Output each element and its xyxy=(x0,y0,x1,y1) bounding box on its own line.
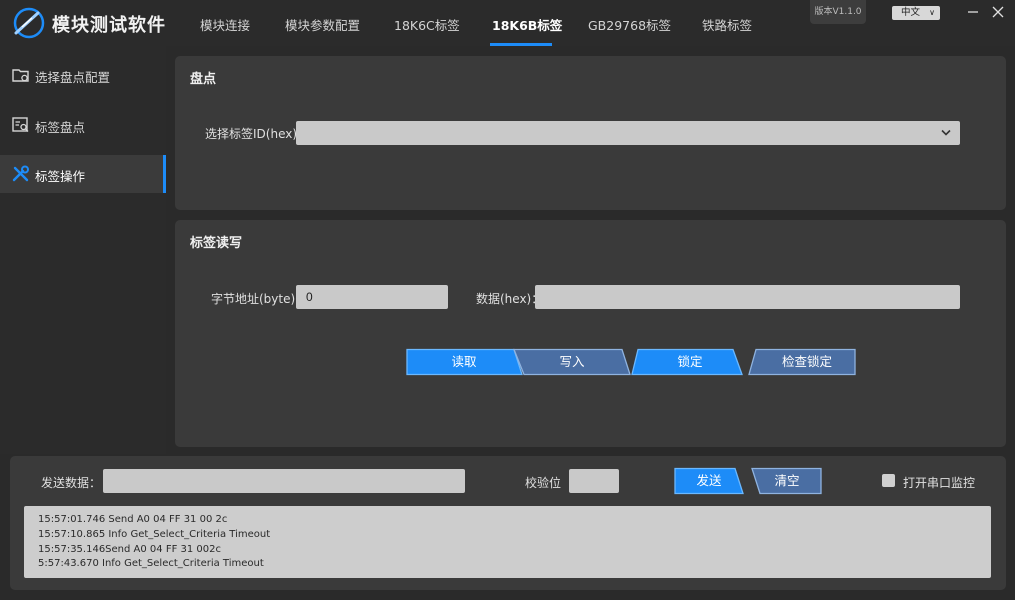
log-output[interactable]: 15:57:01.746 Send A0 04 FF 31 00 2c 15:5… xyxy=(24,506,991,578)
panel-title: 标签读写 xyxy=(190,236,243,251)
byte-address-input[interactable] xyxy=(296,285,448,309)
app-title: 模块测试软件 xyxy=(52,15,166,36)
read-button[interactable]: 读取 xyxy=(404,348,524,376)
close-button[interactable] xyxy=(987,2,1009,22)
send-data-input[interactable] xyxy=(103,469,465,493)
send-button[interactable]: 发送 xyxy=(673,467,745,495)
language-value: 中文 xyxy=(901,7,921,18)
app-logo-icon xyxy=(13,7,45,39)
version-badge: 版本V1.1.0 xyxy=(810,0,866,24)
check-lock-button[interactable]: 检查锁定 xyxy=(747,348,867,376)
panel-title: 盘点 xyxy=(190,72,217,87)
check-lock-button-label: 检查锁定 xyxy=(781,354,832,369)
sidebar-item-label: 标签盘点 xyxy=(35,120,86,135)
active-item-indicator xyxy=(163,155,166,193)
checksum-input[interactable] xyxy=(569,469,619,493)
log-line: 15:57:35.146Send A0 04 FF 31 002c xyxy=(38,543,221,555)
active-tab-indicator xyxy=(490,43,552,46)
sidebar: 选择盘点配置 标签盘点 标签操作 xyxy=(0,46,166,454)
log-line: 15:57:10.865 Info Get_Select_Criteria Ti… xyxy=(38,528,271,540)
serial-monitor-checkbox[interactable] xyxy=(882,474,895,487)
tab-module-connect[interactable]: 模块连接 xyxy=(200,15,250,34)
tab-railway[interactable]: 铁路标签 xyxy=(702,15,752,34)
clear-button[interactable]: 清空 xyxy=(750,467,824,495)
close-icon xyxy=(992,6,1004,18)
send-data-label: 发送数据： xyxy=(41,476,102,490)
folder-gear-icon xyxy=(12,69,29,82)
lock-button[interactable]: 锁定 xyxy=(630,348,750,376)
tag-id-select[interactable] xyxy=(296,121,960,145)
tab-18k6b[interactable]: 18K6B标签 xyxy=(492,15,562,34)
tag-id-label: 选择标签ID(hex)： xyxy=(205,127,310,141)
serial-monitor-label: 打开串口监控 xyxy=(903,476,976,490)
minimize-button[interactable] xyxy=(962,2,984,22)
write-button-label: 写入 xyxy=(559,354,585,369)
chevron-down-icon xyxy=(941,129,951,136)
data-hex-label: 数据(hex)： xyxy=(476,292,544,306)
sidebar-item-tag-operation[interactable]: 标签操作 xyxy=(0,155,166,193)
lock-button-label: 锁定 xyxy=(677,354,703,369)
send-button-label: 发送 xyxy=(696,473,722,488)
chevron-down-icon: ∨ xyxy=(929,8,935,17)
tag-rw-panel: 标签读写 字节地址(byte)： 数据(hex)： 读取 写入 锁定 检查锁定 xyxy=(175,220,1006,447)
clear-button-label: 清空 xyxy=(774,473,800,488)
inventory-panel: 盘点 选择标签ID(hex)： xyxy=(175,56,1006,210)
tab-18k6c[interactable]: 18K6C标签 xyxy=(394,15,460,34)
title-bar: 模块测试软件 模块连接 模块参数配置 18K6C标签 18K6B标签 GB297… xyxy=(0,0,1015,46)
sidebar-item-label: 标签操作 xyxy=(35,169,86,184)
sidebar-item-inventory-config[interactable]: 选择盘点配置 xyxy=(0,56,166,94)
write-button[interactable]: 写入 xyxy=(512,348,632,376)
tools-icon xyxy=(12,165,29,182)
log-line: 5:57:43.670 Info Get_Select_Criteria Tim… xyxy=(38,558,264,570)
tab-gb29768[interactable]: GB29768标签 xyxy=(588,15,671,34)
data-hex-input[interactable] xyxy=(535,285,960,309)
tab-module-params[interactable]: 模块参数配置 xyxy=(285,15,360,34)
sidebar-item-label: 选择盘点配置 xyxy=(35,70,111,85)
language-select[interactable]: 中文 ∨ xyxy=(892,6,940,20)
checksum-label: 校验位 xyxy=(525,476,562,490)
sidebar-item-tag-inventory[interactable]: 标签盘点 xyxy=(0,106,166,144)
byte-address-label: 字节地址(byte)： xyxy=(211,292,308,306)
list-search-icon xyxy=(12,117,29,132)
read-button-label: 读取 xyxy=(451,354,477,369)
log-line: 15:57:01.746 Send A0 04 FF 31 00 2c xyxy=(38,514,228,525)
minimize-icon xyxy=(968,11,978,13)
